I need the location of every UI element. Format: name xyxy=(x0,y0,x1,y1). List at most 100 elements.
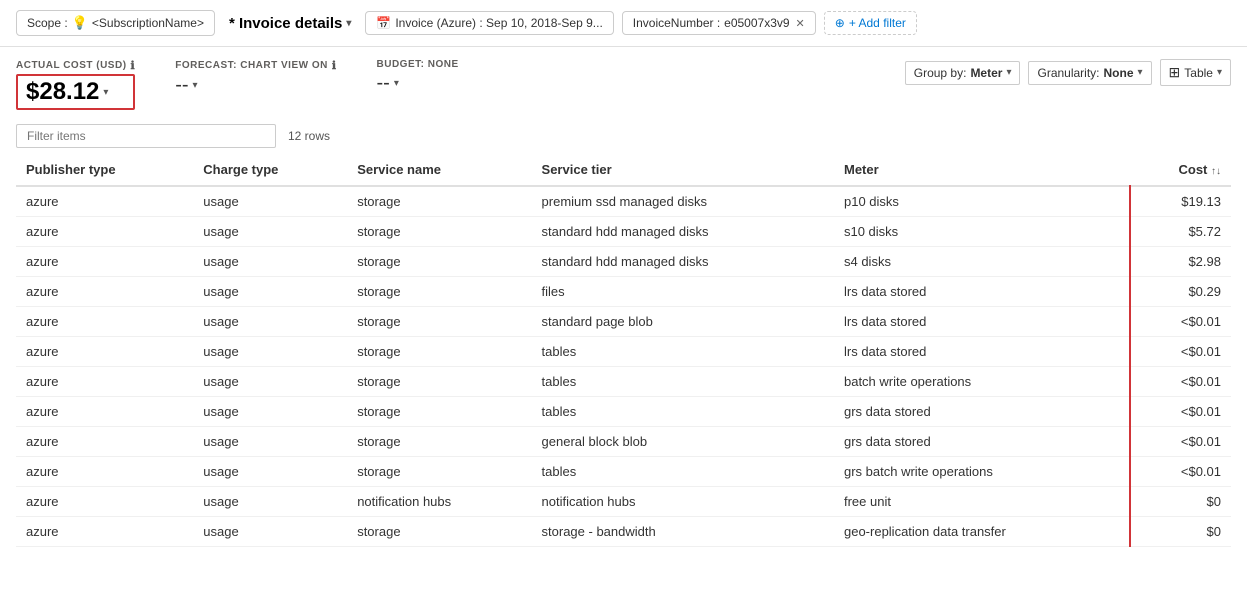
add-filter-button[interactable]: ⊕ + Add filter xyxy=(824,11,917,35)
cell-service-name: notification hubs xyxy=(347,487,531,517)
cell-cost: $5.72 xyxy=(1130,217,1231,247)
table-row: azure usage storage storage - bandwidth … xyxy=(16,517,1231,547)
calendar-icon: 📅 xyxy=(376,16,391,30)
cell-publisher-type: azure xyxy=(16,367,193,397)
table-row: azure usage storage general block blob g… xyxy=(16,427,1231,457)
cell-cost: <$0.01 xyxy=(1130,457,1231,487)
table-view-label: Table xyxy=(1184,66,1213,80)
data-table: Publisher type Charge type Service name … xyxy=(16,154,1231,547)
cost-sort-icon: ↑↓ xyxy=(1211,166,1221,177)
cell-publisher-type: azure xyxy=(16,186,193,217)
cell-cost: $0 xyxy=(1130,487,1231,517)
add-filter-icon: ⊕ xyxy=(835,16,845,30)
scope-label: Scope : xyxy=(27,16,68,30)
cell-meter: grs data stored xyxy=(834,397,1130,427)
cell-cost: $2.98 xyxy=(1130,247,1231,277)
cell-meter: free unit xyxy=(834,487,1130,517)
cell-service-name: storage xyxy=(347,517,531,547)
cell-cost: $19.13 xyxy=(1130,186,1231,217)
cell-service-tier: premium ssd managed disks xyxy=(532,186,834,217)
filter-input[interactable] xyxy=(16,124,276,148)
cell-meter: lrs data stored xyxy=(834,307,1130,337)
table-icon: ⊞ xyxy=(1169,64,1181,81)
budget-chevron[interactable]: ▾ xyxy=(394,78,399,89)
metrics-row: ACTUAL COST (USD) ℹ $28.12 ▾ FORECAST: C… xyxy=(0,47,1247,118)
invoice-details-title[interactable]: * Invoice details ▾ xyxy=(223,11,357,36)
cell-service-name: storage xyxy=(347,397,531,427)
group-by-value: Meter xyxy=(970,66,1002,80)
title-text: * Invoice details xyxy=(229,15,342,32)
table-header-row: Publisher type Charge type Service name … xyxy=(16,154,1231,186)
title-chevron: ▾ xyxy=(346,18,351,29)
invoice-filter-label: Invoice (Azure) : Sep 10, 2018-Sep 9... xyxy=(395,16,602,30)
rows-count: 12 rows xyxy=(288,129,330,143)
cell-service-name: storage xyxy=(347,186,531,217)
cell-publisher-type: azure xyxy=(16,457,193,487)
forecast-label: FORECAST: CHART VIEW ON ℹ xyxy=(175,59,336,72)
cell-meter: geo-replication data transfer xyxy=(834,517,1130,547)
cell-cost: <$0.01 xyxy=(1130,307,1231,337)
cell-service-tier: tables xyxy=(532,367,834,397)
table-row: azure usage storage tables grs batch wri… xyxy=(16,457,1231,487)
granularity-button[interactable]: Granularity: None ▾ xyxy=(1028,61,1151,85)
cell-charge-type: usage xyxy=(193,247,347,277)
cell-meter: p10 disks xyxy=(834,186,1130,217)
cell-charge-type: usage xyxy=(193,307,347,337)
cell-meter: s4 disks xyxy=(834,247,1130,277)
cell-charge-type: usage xyxy=(193,186,347,217)
cell-cost: <$0.01 xyxy=(1130,337,1231,367)
table-row: azure usage storage standard hdd managed… xyxy=(16,247,1231,277)
cell-service-tier: standard hdd managed disks xyxy=(532,217,834,247)
cell-publisher-type: azure xyxy=(16,247,193,277)
cell-service-tier: tables xyxy=(532,337,834,367)
table-row: azure usage storage files lrs data store… xyxy=(16,277,1231,307)
cell-service-name: storage xyxy=(347,217,531,247)
cell-charge-type: usage xyxy=(193,457,347,487)
table-view-chevron: ▾ xyxy=(1217,67,1222,78)
cell-service-name: storage xyxy=(347,277,531,307)
cell-cost: $0 xyxy=(1130,517,1231,547)
granularity-label: Granularity: xyxy=(1037,66,1099,80)
forecast-info-icon[interactable]: ℹ xyxy=(332,59,337,72)
group-by-chevron: ▾ xyxy=(1006,67,1011,78)
scope-icon: 💡 xyxy=(72,15,88,31)
add-filter-label: + Add filter xyxy=(849,16,906,30)
cell-cost: <$0.01 xyxy=(1130,427,1231,457)
cell-service-tier: general block blob xyxy=(532,427,834,457)
cell-service-name: storage xyxy=(347,337,531,367)
cell-charge-type: usage xyxy=(193,487,347,517)
cell-cost: <$0.01 xyxy=(1130,397,1231,427)
cell-meter: grs data stored xyxy=(834,427,1130,457)
group-by-button[interactable]: Group by: Meter ▾ xyxy=(905,61,1021,85)
col-cost[interactable]: Cost ↑↓ xyxy=(1130,154,1231,186)
cell-meter: batch write operations xyxy=(834,367,1130,397)
top-bar: Scope : 💡 <SubscriptionName> * Invoice d… xyxy=(0,0,1247,47)
forecast-chevron[interactable]: ▾ xyxy=(193,80,198,91)
cell-service-tier: files xyxy=(532,277,834,307)
table-view-button[interactable]: ⊞ Table ▾ xyxy=(1160,59,1231,86)
cell-publisher-type: azure xyxy=(16,217,193,247)
granularity-chevron: ▾ xyxy=(1138,67,1143,78)
forecast-value: -- ▾ xyxy=(175,74,336,97)
actual-cost-value: $28.12 xyxy=(26,78,99,106)
cell-cost: <$0.01 xyxy=(1130,367,1231,397)
table-row: azure usage storage premium ssd managed … xyxy=(16,186,1231,217)
invoice-number-close-icon[interactable]: ✕ xyxy=(796,17,805,30)
actual-cost-chevron[interactable]: ▾ xyxy=(103,87,108,98)
actual-cost-info-icon[interactable]: ℹ xyxy=(131,59,136,72)
cell-publisher-type: azure xyxy=(16,517,193,547)
table-row: azure usage storage tables grs data stor… xyxy=(16,397,1231,427)
scope-button[interactable]: Scope : 💡 <SubscriptionName> xyxy=(16,10,215,36)
invoice-number-button[interactable]: InvoiceNumber : e05007x3v9 ✕ xyxy=(622,11,816,35)
cell-charge-type: usage xyxy=(193,397,347,427)
invoice-filter-button[interactable]: 📅 Invoice (Azure) : Sep 10, 2018-Sep 9..… xyxy=(365,11,613,35)
cell-service-tier: standard page blob xyxy=(532,307,834,337)
granularity-value: None xyxy=(1104,66,1134,80)
cell-service-name: storage xyxy=(347,247,531,277)
cell-service-tier: tables xyxy=(532,457,834,487)
cell-publisher-type: azure xyxy=(16,337,193,367)
cell-meter: grs batch write operations xyxy=(834,457,1130,487)
group-by-label: Group by: xyxy=(914,66,967,80)
cell-charge-type: usage xyxy=(193,367,347,397)
table-row: azure usage storage standard hdd managed… xyxy=(16,217,1231,247)
